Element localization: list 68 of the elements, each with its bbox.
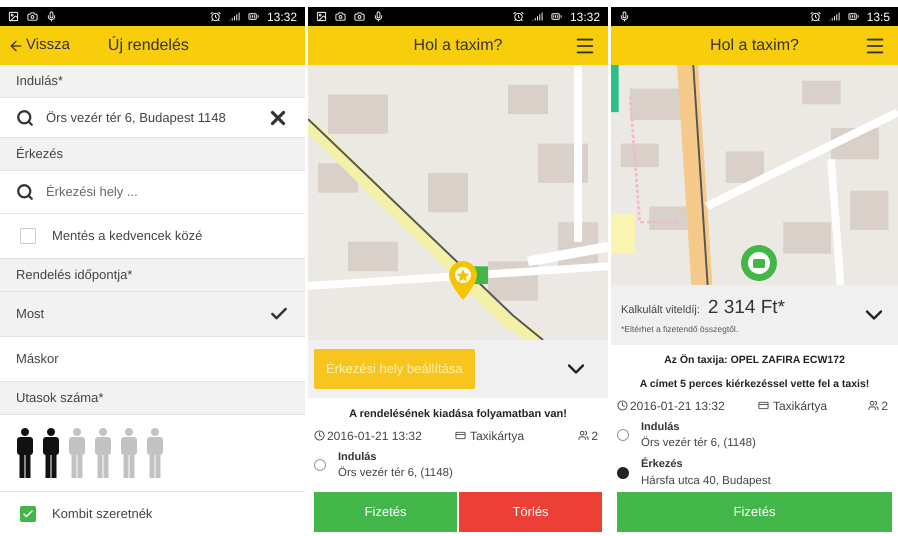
taxi-marker-icon xyxy=(741,245,777,281)
notification-icon xyxy=(27,11,38,22)
section-header: Utasok száma* xyxy=(0,382,305,415)
time-option[interactable]: Most xyxy=(0,292,305,337)
section-header: Rendelés időpontja* xyxy=(0,259,305,292)
alarm-icon xyxy=(512,11,524,22)
location-pin-icon xyxy=(448,260,478,300)
payment-method: Taxikártya xyxy=(773,398,828,414)
stop-label: Indulás xyxy=(338,450,378,464)
notification-icon xyxy=(373,11,384,22)
status-time: 13:5 xyxy=(866,8,890,26)
section-header: Érkezés xyxy=(0,138,305,171)
payment-method: Taxikártya xyxy=(470,428,526,444)
pickup-message: A címet 5 perces kiérkezéssel vette fel a taxis! xyxy=(638,376,870,392)
battery-icon xyxy=(550,11,562,22)
checkbox-label: Mentés a kedvencek közé xyxy=(52,227,202,246)
passengers-icon xyxy=(578,430,590,441)
stop-address: Hársfa utca 40, Budapest xyxy=(641,474,771,489)
check-icon xyxy=(22,508,34,520)
search-icon xyxy=(16,108,34,126)
radio-button[interactable] xyxy=(314,459,326,472)
stop-label: Indulás xyxy=(641,420,681,434)
order-datetime: 2016-01-21 13:32 xyxy=(630,398,726,414)
person-icon[interactable] xyxy=(16,428,34,478)
notification-icon xyxy=(335,11,346,22)
search-icon xyxy=(16,183,34,201)
battery-icon xyxy=(848,11,859,22)
fare-amount: 2 314 Ft* xyxy=(708,296,785,320)
notification-icon xyxy=(619,11,630,22)
status-time: 13:32 xyxy=(570,8,600,26)
card-icon xyxy=(455,430,466,441)
arrival-field[interactable]: Érkezési hely ... xyxy=(0,171,305,214)
checkbox[interactable] xyxy=(20,228,36,244)
arrival-input[interactable]: Érkezési hely ... xyxy=(46,182,289,202)
passenger-count: 2 xyxy=(881,398,888,414)
clock-icon xyxy=(314,430,325,441)
cancel-button[interactable]: Törlés xyxy=(459,492,602,532)
person-icon[interactable] xyxy=(42,428,60,478)
order-datetime: 2016-01-21 13:32 xyxy=(327,428,423,444)
status-message: A rendelésének kiadása folyamatban van! xyxy=(348,407,568,422)
battery-icon xyxy=(248,11,259,22)
taxi-message: Az Ön taxija: OPEL ZAFIRA ECW172 xyxy=(663,353,846,368)
card-icon xyxy=(758,400,769,411)
fare-label: Kalkulált viteldíj: xyxy=(621,303,700,318)
notification-icon xyxy=(316,11,327,22)
header-title: Hol a taxim? xyxy=(710,36,799,56)
alarm-icon xyxy=(210,11,221,22)
notification-icon xyxy=(8,11,19,22)
alarm-icon xyxy=(810,11,821,22)
back-button[interactable]: Vissza xyxy=(8,34,70,57)
notification-icon xyxy=(46,11,57,22)
passenger-count: 2 xyxy=(591,428,598,444)
checkbox[interactable] xyxy=(20,506,36,522)
section-header: Indulás* xyxy=(0,65,305,98)
stop-address: Örs vezér tér 6, (1148) xyxy=(338,465,453,481)
radio-button[interactable] xyxy=(617,467,629,480)
stop-address: Örs vezér tér 6, (1148) xyxy=(641,435,756,451)
clock-icon xyxy=(617,400,628,411)
status-time: 13:32 xyxy=(266,8,297,26)
header-title: Hol a taxim? xyxy=(414,36,502,56)
fare-note: *Eltérhet a fizetendő összegtől. xyxy=(621,322,740,336)
checkbox-label: Kombit szeretnék xyxy=(52,505,152,524)
notification-icon xyxy=(354,11,365,22)
radio-button[interactable] xyxy=(617,429,629,442)
header-title: Új rendelés xyxy=(108,35,189,56)
passengers-icon xyxy=(868,400,880,411)
departure-value: Örs vezér tér 6, Budapest 1148 xyxy=(46,108,227,127)
stop-label: Érkezés xyxy=(641,456,684,472)
